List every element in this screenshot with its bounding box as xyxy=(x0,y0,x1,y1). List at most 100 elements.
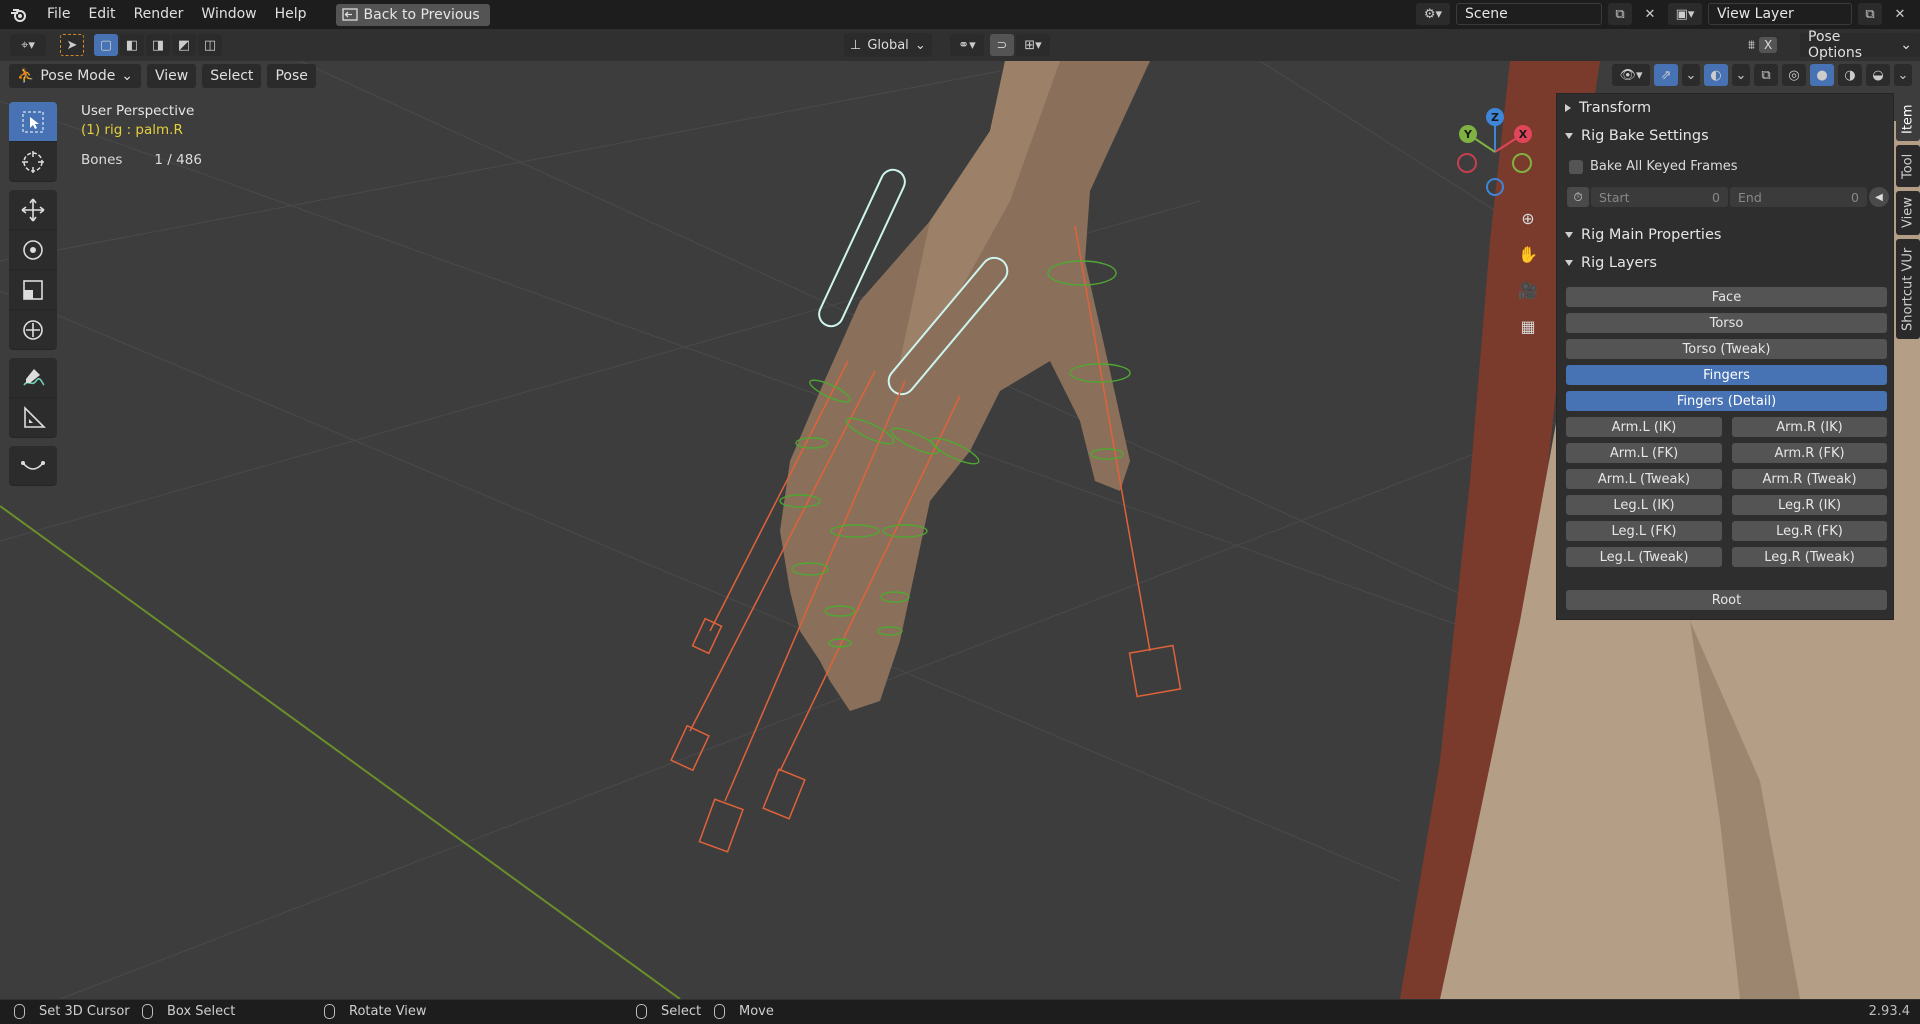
layer-fingers-button[interactable]: Fingers xyxy=(1566,365,1887,385)
rotate-tool[interactable] xyxy=(9,230,57,270)
layer-torso-tweak-button[interactable]: Torso (Tweak) xyxy=(1566,339,1887,359)
main-props-header[interactable]: Rig Main Properties xyxy=(1565,227,1721,243)
overlay-dropdown-icon[interactable]: ⌄ xyxy=(1732,64,1750,86)
orientation-icon: ⊥ xyxy=(850,37,862,53)
rendered-shading-icon[interactable]: ◒ xyxy=(1866,64,1890,86)
bake-all-row[interactable]: Bake All Keyed Frames xyxy=(1569,159,1738,174)
tab-shortcut-vur[interactable]: Shortcut VUr xyxy=(1896,239,1920,339)
editor-type-icon[interactable]: ⌖▾ xyxy=(10,34,46,56)
select-extend-icon[interactable]: ◧ xyxy=(120,34,144,56)
menu-window[interactable]: Window xyxy=(192,0,265,29)
snap-toggle-icon[interactable]: ⊃ xyxy=(990,34,1014,56)
end-frame-field[interactable]: End 0 xyxy=(1730,187,1867,207)
transform-orientation[interactable]: ⊥ Global ⌄ xyxy=(844,33,932,57)
layer-leg-r-ik-button[interactable]: Leg.R (IK) xyxy=(1732,495,1887,515)
zoom-icon[interactable]: ⊕ xyxy=(1513,203,1543,233)
viewlayer-field[interactable]: View Layer xyxy=(1708,3,1852,25)
layer-torso-button[interactable]: Torso xyxy=(1566,313,1887,333)
bake-all-checkbox[interactable] xyxy=(1569,159,1583,174)
layer-arm-l-ik-button[interactable]: Arm.L (IK) xyxy=(1566,417,1722,437)
move-tool[interactable] xyxy=(9,190,57,230)
xray-toggle-icon[interactable]: ⧉ xyxy=(1754,64,1778,86)
pan-hand-icon[interactable]: ✋ xyxy=(1513,239,1543,269)
layer-arm-r-fk-button[interactable]: Arm.R (FK) xyxy=(1732,443,1887,463)
middle-mouse-icon xyxy=(324,1004,335,1019)
perspective-toggle-icon[interactable]: ▦ xyxy=(1513,311,1543,341)
keyframe-icon[interactable]: ◀ xyxy=(1869,187,1889,207)
rig-layers-header[interactable]: Rig Layers xyxy=(1565,255,1657,271)
sidebar-tabs: Item Tool View Shortcut VUr xyxy=(1896,93,1920,353)
layer-leg-l-ik-button[interactable]: Leg.L (IK) xyxy=(1566,495,1722,515)
gizmo-toggle-icon[interactable]: ⇗ xyxy=(1654,64,1678,86)
menu-file[interactable]: File xyxy=(38,0,79,29)
menu-edit[interactable]: Edit xyxy=(79,0,124,29)
gizmo-neg-y[interactable] xyxy=(1512,153,1532,173)
material-shading-icon[interactable]: ◑ xyxy=(1838,64,1862,86)
relax-tool[interactable] xyxy=(9,446,57,486)
tool-header: ⌖▾ ➤ ▢ ◧ ◨ ◩ ◫ ⊥ Global ⌄ ⚭▾ ⊃ ⊞▾ ⩩ X Po… xyxy=(0,29,1920,61)
layer-arm-r-ik-button[interactable]: Arm.R (IK) xyxy=(1732,417,1887,437)
select-box-tool[interactable] xyxy=(9,102,57,142)
menu-select[interactable]: Select xyxy=(202,64,262,88)
layer-root-button[interactable]: Root xyxy=(1566,590,1887,610)
new-viewlayer-icon[interactable]: ⧉ xyxy=(1858,3,1882,25)
transform-tool[interactable] xyxy=(9,310,57,350)
navigation-gizmo[interactable]: Z X Y xyxy=(1455,106,1535,196)
overlay-toggle-icon[interactable]: ◐ xyxy=(1704,64,1728,86)
layer-leg-l-tweak-button[interactable]: Leg.L (Tweak) xyxy=(1566,547,1722,567)
tab-item[interactable]: Item xyxy=(1896,97,1920,141)
snap-target-icon[interactable]: ⊞▾ xyxy=(1016,34,1050,56)
layer-leg-r-fk-button[interactable]: Leg.R (FK) xyxy=(1732,521,1887,541)
wireframe-shading-icon[interactable]: ◎ xyxy=(1782,64,1806,86)
blender-logo-icon[interactable] xyxy=(0,7,38,23)
menu-help[interactable]: Help xyxy=(266,0,316,29)
viewlayer-selector-icon[interactable]: ▣▾ xyxy=(1668,3,1702,25)
bake-panel-header[interactable]: Rig Bake Settings xyxy=(1565,128,1709,144)
mirror-x-toggle[interactable]: X xyxy=(1758,37,1778,53)
layer-face-button[interactable]: Face xyxy=(1566,287,1887,307)
shading-dropdown-icon[interactable]: ⌄ xyxy=(1894,64,1912,86)
visibility-icon[interactable]: 👁▾ xyxy=(1612,64,1650,86)
select-intersect-icon[interactable]: ◫ xyxy=(198,34,222,56)
layer-fingers-detail-button[interactable]: Fingers (Detail) xyxy=(1566,391,1887,411)
transform-panel-header[interactable]: Transform xyxy=(1565,100,1651,116)
select-invert-icon[interactable]: ◩ xyxy=(172,34,196,56)
scale-tool[interactable] xyxy=(9,270,57,310)
select-subtract-icon[interactable]: ◨ xyxy=(146,34,170,56)
gizmo-neg-x[interactable] xyxy=(1457,153,1477,173)
menu-render[interactable]: Render xyxy=(125,0,193,29)
back-to-previous-button[interactable]: Back to Previous xyxy=(335,3,490,26)
stopwatch-icon[interactable]: ⏱ xyxy=(1567,187,1589,207)
scene-selector-icon[interactable]: ⚙▾ xyxy=(1416,3,1450,25)
gizmo-neg-z[interactable] xyxy=(1486,178,1504,196)
layer-arm-l-tweak-button[interactable]: Arm.L (Tweak) xyxy=(1566,469,1722,489)
annotate-tool[interactable] xyxy=(9,358,57,398)
measure-tool[interactable] xyxy=(9,398,57,438)
menu-pose[interactable]: Pose xyxy=(267,64,316,88)
solid-shading-icon[interactable]: ● xyxy=(1810,64,1834,86)
layer-arm-r-tweak-button[interactable]: Arm.R (Tweak) xyxy=(1732,469,1887,489)
cursor-tool[interactable] xyxy=(9,142,57,182)
select-tool-icon[interactable]: ➤ xyxy=(60,34,84,56)
mirror-icon[interactable]: ⩩ xyxy=(1748,38,1755,53)
tab-tool[interactable]: Tool xyxy=(1896,145,1920,187)
scene-field[interactable]: Scene xyxy=(1456,3,1602,25)
gizmo-y-label: Y xyxy=(1463,128,1473,141)
status-set-cursor: Set 3D Cursor xyxy=(14,1004,130,1019)
pose-options-dropdown[interactable]: Pose Options ⌄ xyxy=(1800,29,1920,61)
gizmo-dropdown-icon[interactable]: ⌄ xyxy=(1682,64,1700,86)
menu-view[interactable]: View xyxy=(147,64,197,88)
layer-arm-l-fk-button[interactable]: Arm.L (FK) xyxy=(1566,443,1722,463)
pivot-point-icon[interactable]: ⚭▾ xyxy=(950,34,984,56)
delete-scene-icon[interactable]: ✕ xyxy=(1638,3,1662,25)
mode-selector[interactable]: ⛹ Pose Mode ⌄ xyxy=(9,64,141,88)
new-scene-icon[interactable]: ⧉ xyxy=(1608,3,1632,25)
camera-view-icon[interactable]: 🎥 xyxy=(1513,275,1543,305)
select-new-icon[interactable]: ▢ xyxy=(94,34,118,56)
status-select: Select xyxy=(636,1004,701,1019)
layer-leg-l-fk-button[interactable]: Leg.L (FK) xyxy=(1566,521,1722,541)
layer-leg-r-tweak-button[interactable]: Leg.R (Tweak) xyxy=(1732,547,1887,567)
delete-viewlayer-icon[interactable]: ✕ xyxy=(1888,3,1912,25)
tab-view[interactable]: View xyxy=(1896,191,1920,235)
start-frame-field[interactable]: Start 0 xyxy=(1591,187,1728,207)
